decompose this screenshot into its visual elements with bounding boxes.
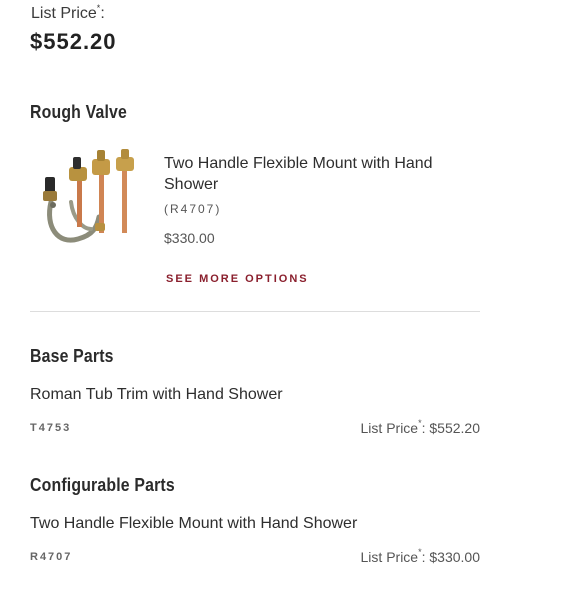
list-price-text: List Price	[360, 420, 419, 436]
configurable-part-name: Two Handle Flexible Mount with Hand Show…	[30, 515, 358, 532]
valve-product-image[interactable]	[33, 147, 141, 249]
colon: :	[100, 5, 105, 22]
configurable-parts-heading: Configurable Parts	[30, 475, 175, 495]
rough-valve-product-price: $330.00	[164, 230, 215, 246]
asterisk: *	[96, 3, 101, 13]
rough-valve-product-title[interactable]: Two Handle Flexible Mount with Hand Show…	[164, 153, 484, 195]
configurable-part-list-price: List Price*: $330.00	[220, 547, 480, 565]
asterisk: *	[418, 547, 422, 557]
section-divider	[30, 311, 480, 312]
asterisk: *	[418, 418, 422, 428]
price-value: : $552.20	[421, 420, 480, 436]
list-price-label: List Price*:	[31, 3, 105, 23]
base-part-list-price: List Price*: $552.20	[220, 418, 480, 436]
valve-illustration	[43, 149, 134, 243]
see-more-options-link[interactable]: SEE MORE OPTIONS	[166, 273, 309, 285]
rough-valve-heading: Rough Valve	[30, 102, 128, 122]
price-value: : $330.00	[421, 549, 480, 565]
configurable-part-code: R4707	[30, 551, 73, 563]
base-part-code: T4753	[30, 422, 72, 434]
list-price-text: List Price	[31, 5, 97, 22]
total-list-price: $552.20	[30, 29, 117, 54]
rough-valve-product-code: (R4707)	[164, 202, 222, 216]
base-parts-heading: Base Parts	[30, 346, 114, 366]
list-price-text: List Price	[360, 549, 419, 565]
base-part-name: Roman Tub Trim with Hand Shower	[30, 386, 283, 403]
